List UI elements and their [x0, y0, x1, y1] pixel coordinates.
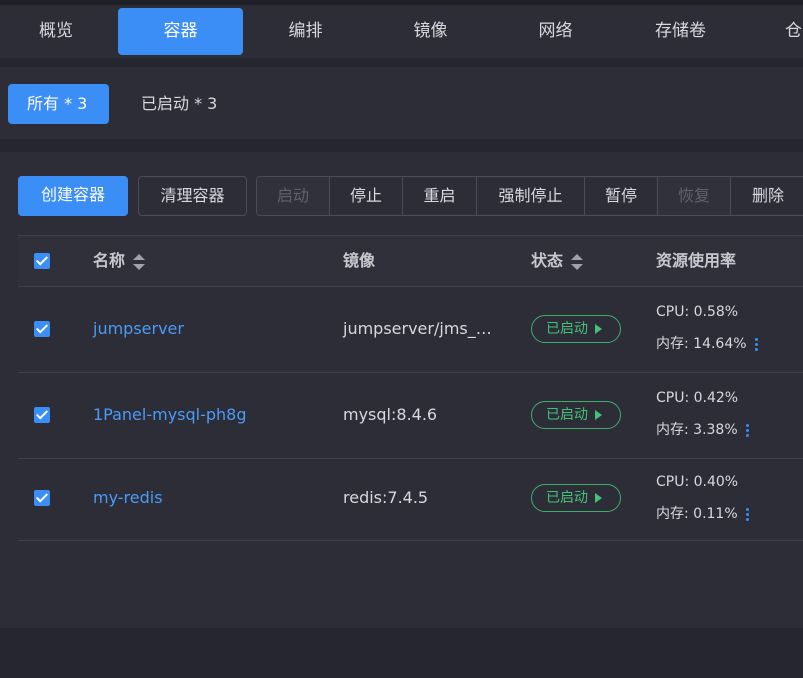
- container-table: 名称 镜像 状态 资源使用率 jumpserver jumpserver/jms…: [18, 235, 803, 541]
- cpu-usage: CPU: 0.58%: [656, 304, 739, 320]
- container-name-link[interactable]: jumpserver: [93, 319, 184, 338]
- table-row: 1Panel-mysql-ph8g mysql:8.4.6 已启动 CPU: 0…: [18, 372, 803, 459]
- table-row: my-redis redis:7.4.5 已启动 CPU: 0.40% 内存: …: [18, 458, 803, 540]
- container-image: redis:7.4.5: [343, 488, 429, 507]
- start-button[interactable]: 启动: [257, 177, 330, 215]
- tab-compose[interactable]: 编排: [243, 8, 368, 55]
- column-name-label: 名称: [93, 251, 126, 270]
- status-filter-bar: 所有 * 3 已启动 * 3: [0, 67, 803, 139]
- table-row: jumpserver jumpserver/jms_… 已启动 CPU: 0.5…: [18, 286, 803, 373]
- container-image: jumpserver/jms_…: [343, 319, 492, 338]
- container-name-link[interactable]: my-redis: [93, 488, 163, 507]
- status-label: 已启动: [546, 407, 588, 423]
- status-badge[interactable]: 已启动: [531, 315, 621, 343]
- memory-usage: 内存: 3.38%: [656, 419, 750, 439]
- restart-button[interactable]: 重启: [403, 177, 477, 215]
- memory-usage-value: 内存: 14.64%: [656, 336, 747, 352]
- tab-repositories[interactable]: 仓: [785, 8, 803, 55]
- select-all-checkbox[interactable]: [34, 253, 50, 269]
- memory-usage-value: 内存: 3.38%: [656, 422, 738, 438]
- top-nav: 概览 容器 编排 镜像 网络 存储卷 仓: [0, 0, 803, 58]
- more-vertical-icon[interactable]: [745, 506, 750, 523]
- sort-icon[interactable]: [571, 253, 584, 270]
- row-checkbox[interactable]: [34, 407, 50, 423]
- delete-button[interactable]: 删除: [731, 177, 803, 215]
- column-usage: 资源使用率: [656, 251, 737, 270]
- tab-networks[interactable]: 网络: [493, 8, 618, 55]
- filter-running-button[interactable]: 已启动 * 3: [122, 84, 236, 124]
- table-header: 名称 镜像 状态 资源使用率: [18, 236, 803, 286]
- tab-images[interactable]: 镜像: [368, 8, 493, 55]
- container-panel: 创建容器 清理容器 启动 停止 重启 强制停止 暂停 恢复 删除 名称 镜像 状…: [0, 152, 803, 628]
- status-label: 已启动: [546, 321, 588, 337]
- container-name-link[interactable]: 1Panel-mysql-ph8g: [93, 405, 247, 424]
- play-icon: [595, 493, 602, 503]
- cpu-usage: CPU: 0.40%: [656, 474, 739, 490]
- cpu-usage: CPU: 0.42%: [656, 390, 739, 406]
- column-status[interactable]: 状态: [531, 236, 584, 286]
- row-checkbox[interactable]: [34, 321, 50, 337]
- force-stop-button[interactable]: 强制停止: [477, 177, 585, 215]
- more-vertical-icon[interactable]: [754, 336, 759, 353]
- column-image: 镜像: [343, 251, 376, 270]
- prune-containers-button[interactable]: 清理容器: [138, 176, 247, 216]
- pause-button[interactable]: 暂停: [585, 177, 658, 215]
- create-container-button[interactable]: 创建容器: [18, 176, 128, 216]
- column-name[interactable]: 名称: [93, 236, 146, 286]
- sort-icon[interactable]: [133, 253, 146, 270]
- status-badge[interactable]: 已启动: [531, 484, 621, 512]
- resume-button[interactable]: 恢复: [658, 177, 731, 215]
- status-label: 已启动: [546, 490, 588, 506]
- container-image: mysql:8.4.6: [343, 405, 438, 424]
- memory-usage: 内存: 14.64%: [656, 333, 759, 353]
- container-action-group: 启动 停止 重启 强制停止 暂停 恢复 删除: [256, 176, 803, 216]
- play-icon: [595, 324, 602, 334]
- status-badge[interactable]: 已启动: [531, 401, 621, 429]
- column-status-label: 状态: [531, 251, 564, 270]
- memory-usage: 内存: 0.11%: [656, 503, 750, 523]
- tab-volumes[interactable]: 存储卷: [618, 8, 743, 55]
- tab-overview[interactable]: 概览: [0, 8, 112, 55]
- memory-usage-value: 内存: 0.11%: [656, 506, 738, 522]
- tab-containers[interactable]: 容器: [118, 8, 243, 55]
- row-checkbox[interactable]: [34, 490, 50, 506]
- page-footer-space: [0, 628, 803, 678]
- more-vertical-icon[interactable]: [745, 422, 750, 439]
- filter-all-button[interactable]: 所有 * 3: [8, 84, 109, 124]
- stop-button[interactable]: 停止: [330, 177, 403, 215]
- play-icon: [595, 410, 602, 420]
